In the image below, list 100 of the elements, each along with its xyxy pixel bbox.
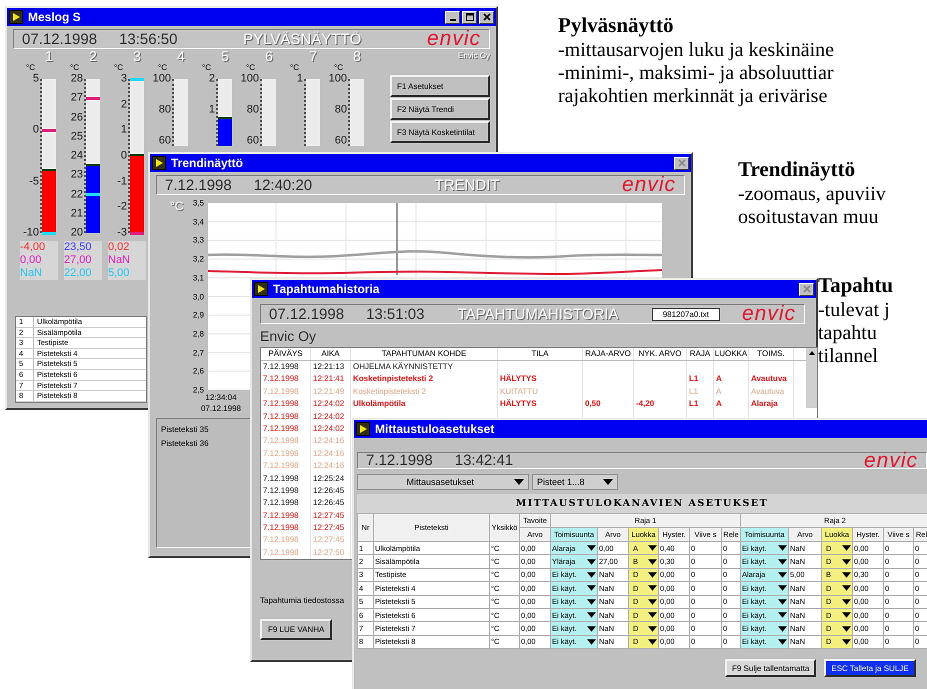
axis-label: 3,2 [192, 254, 204, 264]
axis-label: 07.12.1998 [200, 403, 242, 414]
table-cell: A [714, 386, 749, 398]
close-button[interactable] [479, 10, 494, 24]
logo-text: envic [622, 176, 676, 194]
status-text: Tapahtumia tiedostossa [260, 596, 344, 606]
date-text: 07.12.1998 [269, 306, 344, 322]
unit-label: °C [26, 63, 35, 73]
close-button[interactable] [674, 156, 689, 170]
table-cell: 0,50 [583, 398, 634, 411]
function-button[interactable]: F1 Asetukset [390, 75, 490, 97]
description-text: osoitustavan muu [738, 206, 879, 229]
window-title: Meslog S [28, 10, 81, 24]
caret-icon [603, 479, 613, 485]
column-header: RAJA-ARVO [583, 348, 634, 360]
window-title: Trendinäyttö [171, 156, 244, 170]
table-cell: 7.12.1998 [261, 484, 311, 498]
channel-number: 6 [264, 49, 274, 63]
file-name-field[interactable]: 981207a0.txt [652, 308, 720, 320]
dropdown[interactable]: Mittausasetukset [357, 474, 529, 490]
scale-label: 0 [120, 150, 127, 162]
table-cell: 7.12.1998 [261, 435, 311, 448]
description-text: -minimi-, maksimi- ja absoluuttiar [558, 62, 834, 85]
description-text: tapahtu [818, 322, 877, 345]
scale-label: 3 [120, 74, 127, 84]
description-text: -zoomaus, apuviiv [738, 183, 886, 206]
scale-label: 28 [70, 74, 83, 84]
column-header: AIKA [311, 348, 351, 360]
axis-label: 3,5 [192, 198, 204, 208]
scale-label: 100 [152, 74, 171, 84]
axis-label: 3,0 [192, 292, 204, 301]
table-cell: HÄLYTYS [498, 398, 583, 411]
minimize-button[interactable] [445, 10, 460, 24]
function-button[interactable]: F2 Näytä Trendi [390, 98, 490, 120]
unit-label: °C [70, 63, 79, 73]
unit-label: °C [246, 63, 255, 73]
scale-label: 100 [328, 74, 347, 84]
unit-label: °C [290, 63, 299, 73]
save-button[interactable]: ESC Talleta ja SULJE [824, 659, 916, 678]
column-header: RAJA [687, 348, 714, 360]
scale-label: 100 [240, 74, 259, 84]
table-cell: L1 [687, 398, 714, 411]
table-cell: 7.12.1998 [261, 398, 311, 411]
time-text: 13:42:41 [454, 452, 514, 469]
table-cell: L1 [687, 386, 714, 398]
axis-label: 3,4 [192, 217, 204, 226]
column-header: TILA [498, 348, 583, 360]
axis-label: 2,7 [192, 348, 204, 358]
logo-text: envic [426, 30, 481, 48]
table-cell: OHJELMA KÄYNNISTETTY [351, 361, 498, 374]
axis-label: 2,9 [192, 310, 204, 320]
scale-label: 1 [208, 104, 215, 116]
table-cell: 7.12.1998 [261, 460, 311, 473]
scale-label: 25 [70, 131, 83, 142]
table-cell: 12:27:45 [311, 522, 351, 534]
reading-value: 22,00 [64, 267, 93, 280]
company-name: Envic Oy [458, 51, 490, 62]
dropdown[interactable]: Pisteet 1...8 [532, 474, 618, 490]
app-icon [356, 422, 370, 436]
scroll-up-icon [808, 350, 816, 356]
table-cell: 7.12.1998 [261, 410, 311, 423]
table-cell: A [714, 373, 749, 386]
scale-label: 80 [334, 104, 347, 116]
logo-text: envic [742, 305, 796, 323]
axis-label: 2,6 [192, 366, 204, 376]
unit-label: °C [158, 63, 167, 73]
scale-label: 80 [158, 104, 171, 116]
cancel-button[interactable]: F9 Sulje tallentamatta [725, 659, 816, 678]
axis-label: 2,5 [192, 386, 204, 394]
time-text: 12:40:20 [254, 176, 312, 194]
reading-value: NaN [20, 267, 44, 280]
scale-label: -10 [23, 228, 39, 238]
axis-label: 12:34:04 [205, 392, 237, 403]
column-header: NYK. ARVO [634, 348, 687, 360]
table-cell: 12:24:02 [311, 422, 351, 436]
function-button[interactable]: F3 Näytä Kosketintilat [390, 121, 490, 143]
table-cell: 7.12.1998 [261, 361, 311, 374]
description-text: -tulevat j [818, 299, 890, 322]
axis-label: 3,3 [192, 236, 204, 245]
legend-item: Pisteteksti 35 [161, 425, 210, 434]
unit-label: °C [114, 63, 123, 73]
close-icon [676, 158, 686, 168]
table-cell: 7.12.1998 [261, 497, 311, 510]
scrollbar[interactable] [806, 348, 817, 408]
close-button[interactable] [799, 282, 814, 296]
axis-label: 3,1 [192, 273, 204, 282]
scale-label: 2 [120, 99, 127, 110]
section-heading: Tapahtu [818, 272, 894, 299]
maximize-icon [464, 12, 474, 22]
maximize-button[interactable] [462, 10, 477, 24]
table-cell: 7.12.1998 [261, 386, 311, 398]
table-cell: Ulkolämpötila [351, 398, 498, 411]
section-heading: Pylväsnäyttö [558, 12, 674, 39]
time-text: 13:51:03 [366, 306, 424, 322]
cursor-line[interactable] [396, 203, 398, 276]
table-cell: Alaraja [749, 398, 794, 411]
table-cell: Avautuva [749, 386, 794, 398]
table-cell: 12:24:02 [311, 398, 351, 411]
load-old-button[interactable]: F9 LUE VANHA [260, 619, 332, 640]
table-title: MITTAUSTULOKANAVIEN ASETUKSET [357, 494, 927, 513]
